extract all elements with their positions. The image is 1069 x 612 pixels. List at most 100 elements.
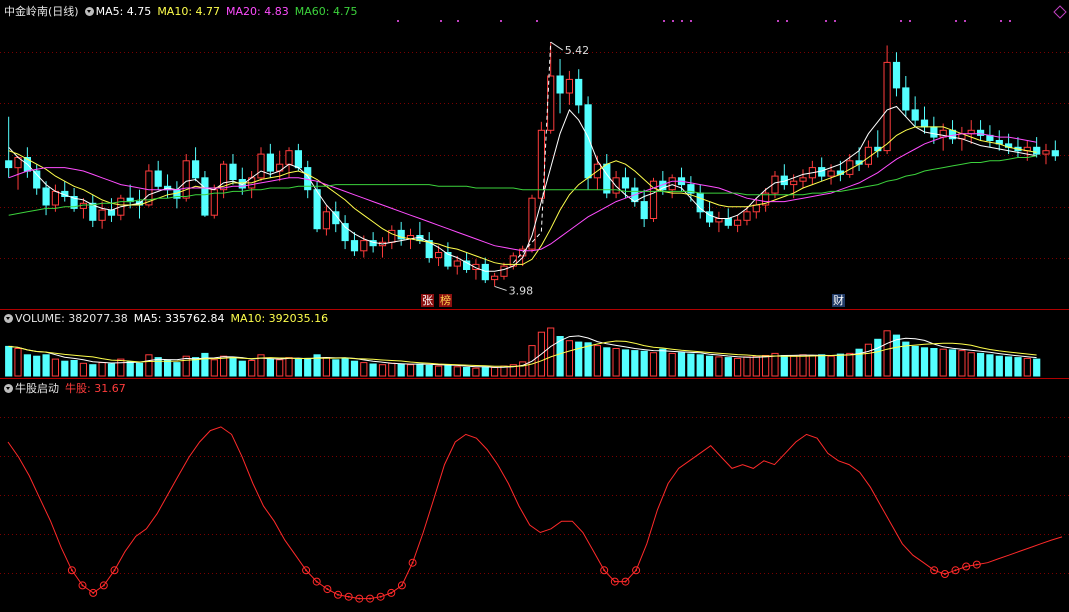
candle-body (491, 275, 499, 281)
volume-bar (864, 343, 872, 377)
candles (5, 42, 1059, 287)
volume-bar (126, 361, 134, 377)
marker-dot (825, 20, 827, 22)
volume-bar (874, 338, 882, 377)
candle-body (1033, 146, 1041, 155)
ma60-legend: MA60: 4.75 (294, 4, 358, 18)
signal-circle-dot (81, 584, 84, 587)
candle-body (827, 170, 835, 177)
signal-circle-dot (933, 569, 936, 572)
volume-bar (369, 363, 377, 377)
candle-body (294, 150, 302, 169)
signal-circle-dot (635, 569, 638, 572)
candle-body (107, 209, 116, 216)
indicator-pane[interactable]: 牛股启动 牛股: 31.67 (0, 378, 1069, 612)
volume-bar (640, 350, 648, 377)
marker-dot (834, 20, 836, 22)
volume-bar (201, 352, 209, 377)
ma10-legend: MA10: 4.77 (157, 4, 221, 18)
signal-circle-dot (347, 595, 350, 598)
volume-bar (818, 354, 826, 377)
volume-bar (341, 357, 349, 377)
signal-circle-dot (943, 573, 946, 575)
volume-bar (89, 364, 97, 377)
niugu-line (7, 426, 1063, 600)
candle-body (799, 177, 807, 182)
ma20-line (8, 133, 1037, 252)
volume-legend: VOLUME: 382077.38 MA5: 335762.84 MA10: 3… (4, 312, 328, 325)
signal-circle-dot (954, 569, 957, 572)
legend-toggle-icon[interactable] (4, 314, 13, 323)
volume-chart-pane[interactable]: VOLUME: 382077.38 MA5: 335762.84 MA10: 3… (0, 310, 1069, 378)
signal-circle-dot (337, 593, 339, 596)
volume-bar (135, 362, 144, 377)
candle-body (892, 61, 901, 89)
candle-body (883, 61, 891, 152)
candle-body (322, 211, 330, 230)
volume-bar (696, 354, 704, 377)
volume-bar (911, 345, 919, 377)
volume-bar (780, 355, 788, 377)
signal-circle-dot (358, 597, 361, 600)
candle-body (565, 78, 573, 94)
candle-body (201, 177, 209, 216)
volume-bar (631, 350, 639, 377)
candlestick-chart[interactable]: 5.42 3.98 (0, 0, 1069, 310)
candle-body (640, 201, 648, 220)
candle-body (743, 211, 751, 221)
volume-bar (266, 358, 274, 377)
candle-body (977, 129, 985, 136)
signal-circle-dot (400, 584, 403, 587)
indicator-line-chart[interactable] (0, 378, 1069, 612)
diamond-icon[interactable] (1053, 5, 1067, 19)
event-tag-cai[interactable]: 财 (832, 294, 845, 307)
candle-body (603, 163, 611, 194)
signal-circle-dot (92, 591, 95, 594)
signal-circle-dot (113, 569, 116, 572)
price-chart-pane[interactable]: 中金岭南(日线) MA5: 4.75 MA10: 4.77 MA20: 4.83… (0, 0, 1069, 310)
volume-bar (154, 357, 162, 377)
marker-dot (786, 20, 788, 22)
candle-body (453, 260, 461, 267)
legend-toggle-icon[interactable] (4, 383, 13, 393)
marker-dot (536, 20, 538, 22)
volume-bar (799, 354, 807, 377)
event-tag-bang[interactable]: 榜 (439, 294, 452, 307)
signal-circle-dot (326, 588, 329, 591)
volume-title[interactable]: VOLUME: 382077.38 (4, 312, 128, 325)
volume-bar (164, 360, 172, 377)
volume-bar (397, 363, 405, 377)
volume-bar (5, 345, 13, 377)
volume-bar (565, 340, 573, 377)
volume-bar (659, 348, 667, 377)
candle-body (715, 218, 723, 223)
volume-bar (425, 364, 433, 377)
signal-circle-dot (102, 584, 105, 587)
volume-bar (930, 348, 938, 377)
volume-bar (892, 334, 901, 377)
signal-circle-dot (315, 580, 318, 583)
volume-bar (593, 345, 601, 377)
candle-body (556, 75, 564, 94)
volume-bar (547, 327, 555, 377)
volume-bar (649, 352, 658, 377)
candle-body (930, 126, 938, 138)
volume-bar (145, 354, 153, 377)
volume-bar (388, 362, 396, 377)
volume-bar (706, 355, 714, 377)
candle-body (967, 129, 975, 135)
signal-circle-dot (369, 597, 371, 600)
volume-bar (771, 352, 779, 377)
volume-bar (23, 354, 31, 377)
indicator-title[interactable]: 牛股启动 (4, 380, 59, 396)
ma5-legend[interactable]: MA5: 4.75 (84, 5, 151, 18)
event-tag-zhang[interactable]: 张 (421, 294, 434, 307)
legend-toggle-icon[interactable] (84, 6, 94, 16)
volume-bar (61, 360, 69, 377)
marker-dot (681, 20, 683, 22)
volume-bar (210, 359, 218, 377)
volume-bar (1023, 357, 1031, 377)
volume-bar (481, 366, 489, 377)
volume-bar (463, 367, 471, 377)
candle-body (920, 119, 929, 128)
